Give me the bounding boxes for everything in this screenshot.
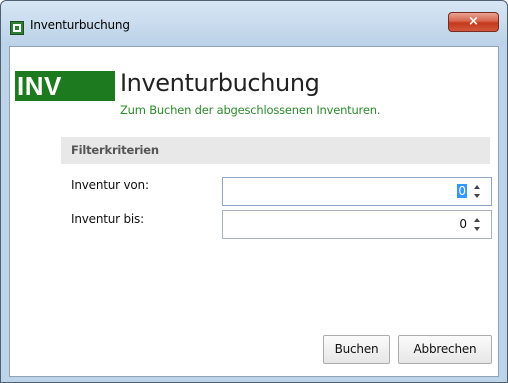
- close-button[interactable]: ×: [448, 12, 499, 32]
- dialog-window: Inventurbuchung × INV Inventurbuchung Zu…: [0, 0, 508, 383]
- spin-down-icon[interactable]: [474, 227, 480, 231]
- window-title: Inventurbuchung: [30, 18, 130, 32]
- page-title: Inventurbuchung: [120, 69, 320, 97]
- title-bar[interactable]: Inventurbuchung ×: [1, 1, 507, 45]
- inventory-to-spin-buttons[interactable]: [474, 217, 483, 233]
- book-button[interactable]: Buchen: [323, 335, 390, 364]
- inventory-from-value[interactable]: 0: [457, 184, 467, 198]
- close-icon: ×: [468, 14, 479, 29]
- spin-down-icon[interactable]: [474, 194, 480, 198]
- inventory-from-spin-buttons[interactable]: [474, 184, 483, 200]
- dialog-content: INV Inventurbuchung Zum Buchen der abges…: [9, 46, 499, 377]
- inventory-from-stepper[interactable]: 0: [222, 177, 492, 206]
- spin-up-icon[interactable]: [474, 185, 480, 189]
- inventory-to-stepper[interactable]: 0: [222, 210, 492, 239]
- inventory-from-label: Inventur von:: [71, 178, 149, 192]
- inventory-to-value[interactable]: 0: [459, 217, 467, 231]
- cancel-button[interactable]: Abbrechen: [398, 335, 492, 364]
- app-icon: [10, 21, 24, 35]
- page-subtitle: Zum Buchen der abgeschlossenen Inventure…: [120, 103, 381, 117]
- module-badge: INV: [15, 71, 115, 101]
- inventory-to-label: Inventur bis:: [71, 212, 144, 226]
- spin-up-icon[interactable]: [474, 218, 480, 222]
- filter-section-header: Filterkriterien: [61, 137, 490, 164]
